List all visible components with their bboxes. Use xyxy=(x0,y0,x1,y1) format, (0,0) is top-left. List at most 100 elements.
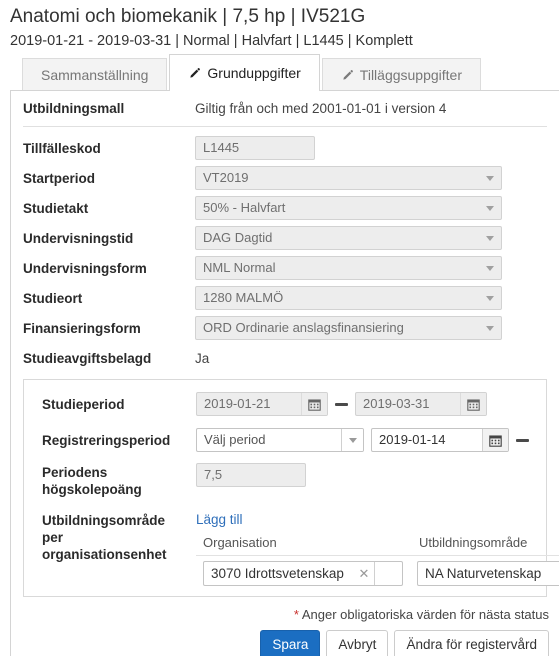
studietakt-value: 50% - Halvfart xyxy=(203,200,286,215)
range-dash-icon xyxy=(335,402,348,406)
label-utbildningsmall: Utbildningsmall xyxy=(23,101,125,116)
chevron-down-icon xyxy=(486,266,494,271)
organisation-combo[interactable]: 3070 Idrottsvetenskap ✕ xyxy=(203,561,403,586)
save-button[interactable]: Spara xyxy=(260,630,321,656)
column-header-utbildningsomrade: Utbildningsområde xyxy=(419,535,528,550)
registreringsperiod-select[interactable]: Välj period xyxy=(196,428,364,452)
label-undervisningstid: Undervisningstid xyxy=(23,230,134,246)
label-studietakt: Studietakt xyxy=(23,200,89,216)
label-studieperiod: Studieperiod xyxy=(42,396,125,412)
label-studieavgiftsbelagd: Studieavgiftsbelagd xyxy=(23,350,152,366)
value-utbildningsmall: Giltig från och med 2001-01-01 i version… xyxy=(195,101,447,116)
startperiod-value: VT2019 xyxy=(203,170,249,185)
studieperiod-range: 2019-01-21 2019-03-31 xyxy=(196,392,487,416)
tab-bar: Sammanställning Grunduppgifter Tilläggsu… xyxy=(0,54,559,91)
studieperiod-from-value: 2019-01-21 xyxy=(204,396,271,411)
lagg-till-link[interactable]: Lägg till xyxy=(196,511,243,529)
chevron-down-icon xyxy=(486,176,494,181)
tab-sammanstallning[interactable]: Sammanställning xyxy=(22,58,168,91)
required-asterisk: * xyxy=(293,607,299,622)
studietakt-select[interactable]: 50% - Halvfart xyxy=(195,196,502,220)
studieort-select[interactable]: 1280 MALMÖ xyxy=(195,286,502,310)
calendar-icon[interactable] xyxy=(460,393,486,415)
undervisningstid-select[interactable]: DAG Dagtid xyxy=(195,226,502,250)
pencil-icon xyxy=(341,69,354,82)
finansieringsform-value: ORD Ordinarie anslagsfinansiering xyxy=(203,320,404,335)
row-studieort: Studieort 1280 MALMÖ xyxy=(11,283,559,313)
tab-label: Grunduppgifter xyxy=(207,65,301,81)
undervisningsform-select[interactable]: NML Normal xyxy=(195,256,502,280)
utbildningsomrade-value: NA Naturvetenskap xyxy=(425,566,542,581)
calendar-icon[interactable] xyxy=(301,393,327,415)
row-utbildningsomrade: Utbildningsområde per organisationsenhet… xyxy=(24,511,559,586)
required-note-text: Anger obligatoriska värden för nästa sta… xyxy=(301,607,549,622)
page-root: Anatomi och biomekanik | 7,5 hp | IV521G… xyxy=(0,0,559,656)
chevron-down-icon xyxy=(486,236,494,241)
chevron-down-icon xyxy=(486,326,494,331)
row-startperiod: Startperiod VT2019 xyxy=(11,163,559,193)
table-row: 3070 Idrottsvetenskap ✕ NA Naturvetenska… xyxy=(196,556,559,586)
row-utbildningsmall: Utbildningsmall Giltig från och med 2001… xyxy=(11,91,559,126)
studieperiod-from: 2019-01-21 xyxy=(196,392,328,416)
row-studietakt: Studietakt 50% - Halvfart xyxy=(11,193,559,223)
tab-label: Tilläggsuppgifter xyxy=(359,67,463,83)
label-finansieringsform: Finansieringsform xyxy=(23,320,141,336)
row-periodens-hogskolepoang: Periodens högskolepoäng 7,5 xyxy=(24,463,546,503)
row-tillfalleskod: Tillfälleskod L1445 xyxy=(11,133,559,163)
label-studieort: Studieort xyxy=(23,290,83,306)
tab-grunduppgifter[interactable]: Grunduppgifter xyxy=(169,54,320,91)
row-undervisningsform: Undervisningsform NML Normal xyxy=(11,253,559,283)
label-registreringsperiod: Registreringsperiod xyxy=(42,432,171,448)
period-panel: Studieperiod 2019-01-21 2019-03-31 Regis… xyxy=(23,379,559,597)
registreringsperiod-from-value: 2019-01-14 xyxy=(379,432,446,447)
chevron-down-icon[interactable] xyxy=(374,562,394,585)
pencil-icon xyxy=(188,67,201,80)
registreringsperiod-select-value: Välj period xyxy=(204,432,266,447)
undervisningstid-value: DAG Dagtid xyxy=(203,230,273,245)
action-buttons: Spara Avbryt Ändra för registervård xyxy=(11,622,559,656)
grunduppgifter-panel: Utbildningsmall Giltig från och med 2001… xyxy=(10,90,559,656)
page-header: Anatomi och biomekanik | 7,5 hp | IV521G… xyxy=(0,0,559,52)
value-studieavgiftsbelagd: Ja xyxy=(195,350,210,366)
range-dash-icon xyxy=(516,438,529,442)
required-note: * Anger obligatoriska värden för nästa s… xyxy=(11,597,559,622)
undervisningsform-value: NML Normal xyxy=(203,260,276,275)
table-header-row: Organisation Utbildningsområde xyxy=(196,532,559,556)
label-line-2: organisationsenhet xyxy=(42,547,167,562)
chevron-down-icon[interactable] xyxy=(341,429,363,451)
organisation-table: Organisation Utbildningsområde 3070 Idro… xyxy=(196,532,559,586)
finansieringsform-select[interactable]: ORD Ordinarie anslagsfinansiering xyxy=(195,316,502,340)
label-periodens-hogskolepoang: Periodens högskolepoäng xyxy=(34,463,196,498)
page-title: Anatomi och biomekanik | 7,5 hp | IV521G xyxy=(10,6,366,27)
studieperiod-to-value: 2019-03-31 xyxy=(363,396,430,411)
row-undervisningstid: Undervisningstid DAG Dagtid xyxy=(11,223,559,253)
studieort-value: 1280 MALMÖ xyxy=(203,290,284,305)
label-line-2: högskolepoäng xyxy=(42,482,142,497)
utbildningsomrade-table-wrap: Lägg till Organisation Utbildningsområde… xyxy=(196,511,559,586)
column-header-organisation: Organisation xyxy=(203,535,277,550)
registreringsperiod-controls: Välj period 2019-01-14 xyxy=(196,428,536,452)
calendar-icon[interactable] xyxy=(482,429,508,451)
andra-for-registervard-button[interactable]: Ändra för registervård xyxy=(394,630,549,656)
clear-icon[interactable]: ✕ xyxy=(354,562,374,585)
cell-organisation: 3070 Idrottsvetenskap ✕ xyxy=(196,561,410,586)
page-subtitle: 2019-01-21 - 2019-03-31 | Normal | Halvf… xyxy=(10,33,413,49)
registreringsperiod-from[interactable]: 2019-01-14 xyxy=(371,428,509,452)
cancel-button[interactable]: Avbryt xyxy=(326,630,389,656)
startperiod-select[interactable]: VT2019 xyxy=(195,166,502,190)
section-divider xyxy=(23,126,547,127)
cell-utbildningsomrade: NA Naturvetenskap xyxy=(410,561,559,586)
chevron-down-icon xyxy=(486,206,494,211)
tillfalleskod-input: L1445 xyxy=(195,136,315,160)
chevron-down-icon xyxy=(486,296,494,301)
label-startperiod: Startperiod xyxy=(23,170,96,186)
label-line-1: Utbildningsområde per xyxy=(42,513,166,545)
row-registreringsperiod: Registreringsperiod Välj period 2019-01-… xyxy=(24,425,546,455)
label-line-1: Periodens xyxy=(42,465,108,480)
row-finansieringsform: Finansieringsform ORD Ordinarie anslagsf… xyxy=(11,313,559,343)
periodens-hogskolepoang-input: 7,5 xyxy=(196,463,306,487)
utbildningsomrade-combo[interactable]: NA Naturvetenskap xyxy=(417,561,559,586)
tab-tillaggsuppgifter[interactable]: Tilläggsuppgifter xyxy=(321,58,482,91)
studieperiod-to: 2019-03-31 xyxy=(355,392,487,416)
row-studieavgiftsbelagd: Studieavgiftsbelagd Ja xyxy=(11,343,559,373)
